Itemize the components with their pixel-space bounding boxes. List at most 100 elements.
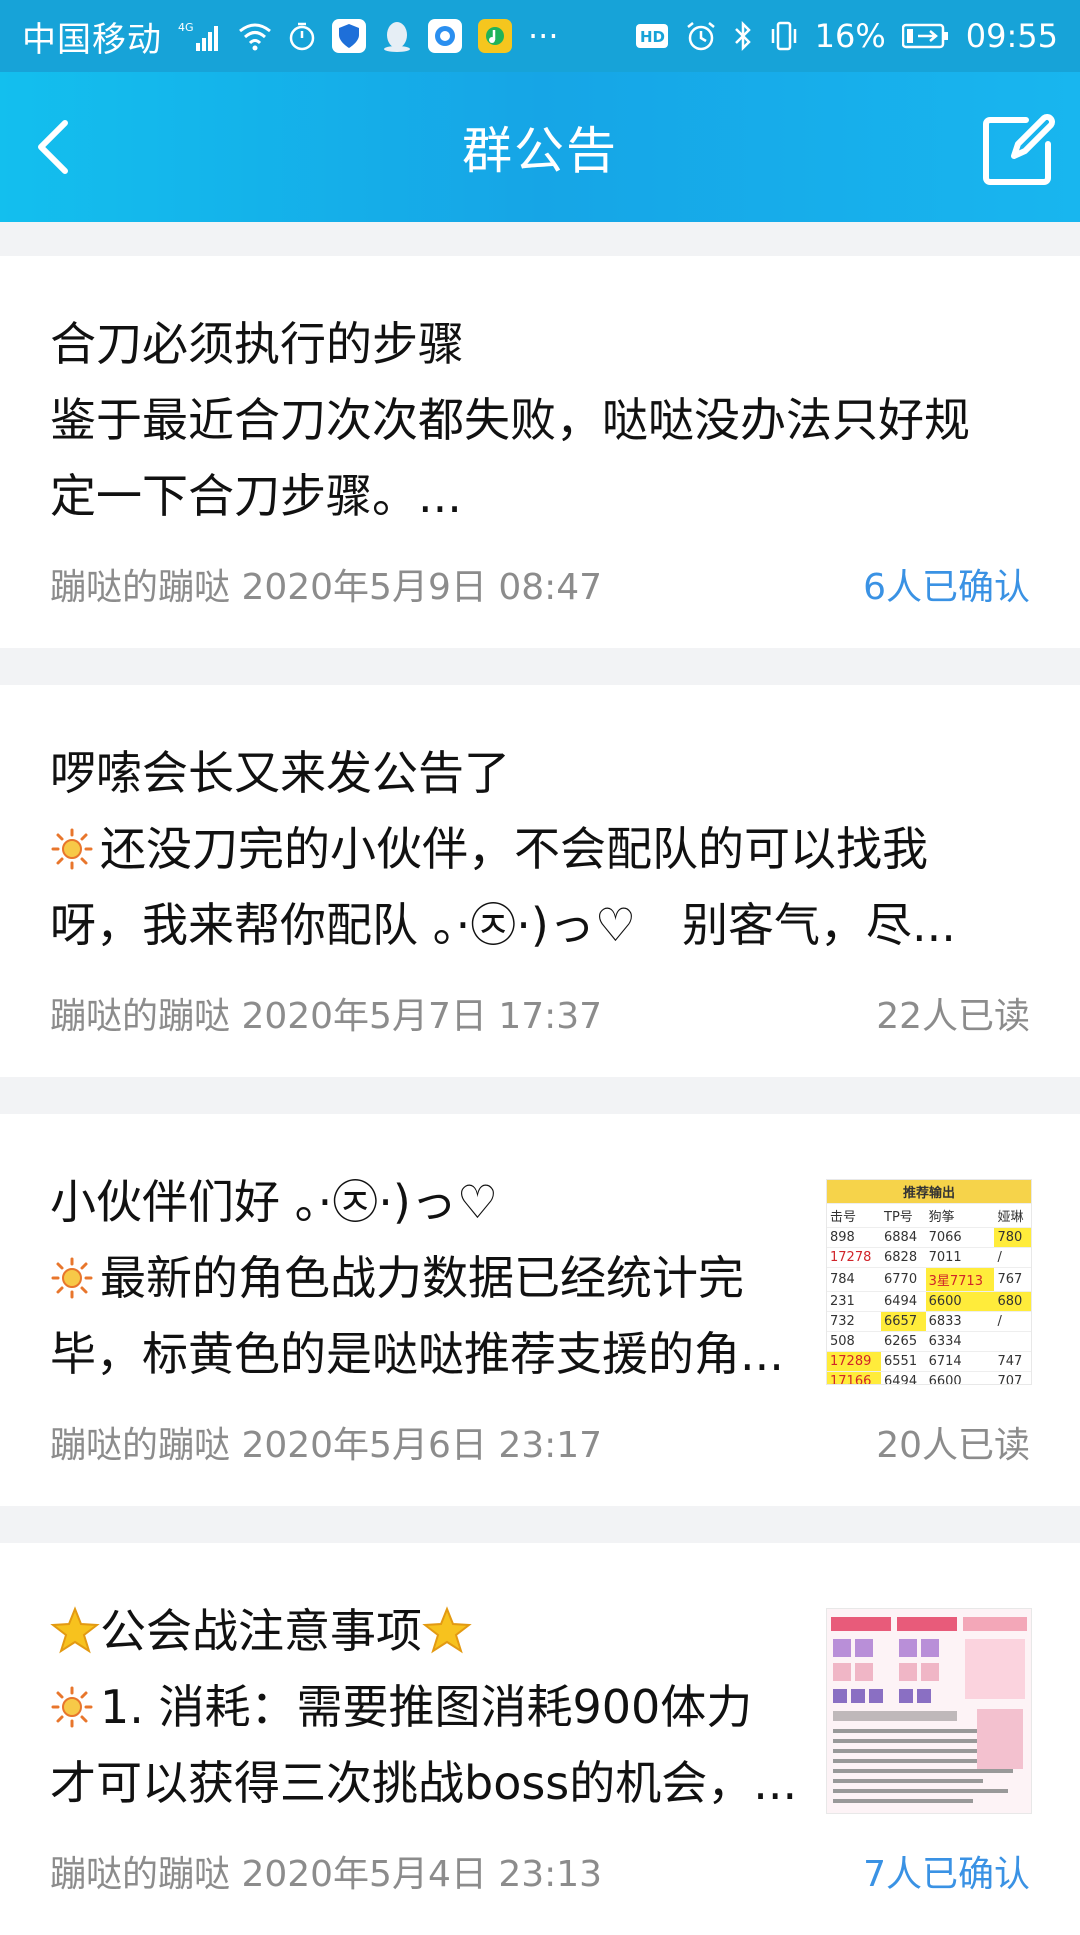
status-left: 中国移动 4G ··· (22, 12, 559, 61)
announcement-body: 鉴于最近合刀次次都失败，哒哒没办法只好规 定一下合刀步骤。... (50, 382, 970, 534)
thumbnail-cell: 231 (827, 1291, 882, 1312)
thumbnail-cell: 17289 (827, 1351, 882, 1372)
thumbnail-cell: 6334 (925, 1331, 995, 1352)
announcement-card[interactable]: 啰嗦会长又来发公告了 还没刀完的小伙伴，不会配队的可以找我 呀，我来帮你配队 。… (0, 685, 1080, 1077)
signal-icon: 4G (178, 19, 222, 53)
announcement-card[interactable]: 合刀必须执行的步骤 鉴于最近合刀次次都失败，哒哒没办法只好规 定一下合刀步骤。.… (0, 256, 1080, 648)
announcement-card[interactable]: 小伙伴们好 。·㉨·)っ♡ 最新的角色战力数据已经统计完 毕，标黄色的是哒哒推荐… (0, 1114, 1080, 1506)
thumbnail-cell: 6551 (881, 1351, 926, 1372)
announcement-body: 还没刀完的小伙伴，不会配队的可以找我 呀，我来帮你配队 。·㉨·)っ♡ 别客气，… (50, 811, 956, 963)
announcement-meta: 蹦哒的蹦哒 2020年5月9日 08:47 6人已确认 (50, 554, 1030, 614)
thumbnail-cell: 3星7713 (925, 1267, 995, 1292)
thumbnail-cell: 6265 (881, 1331, 926, 1352)
announcement-content: 公会战注意事项 1. 消耗：需要推图消耗900体力 才可以获得三次挑战boss的… (50, 1593, 797, 1821)
thumbnail-cell: 747 (994, 1351, 1031, 1372)
thumbnail-table: 推荐输出 击号 TP号 狗筝 娅琳 898 6884 7066 780 1727… (827, 1180, 1031, 1384)
announcement-body-text: 最新的角色战力数据已经统计完 (100, 1251, 744, 1305)
announcement-content: 小伙伴们好 。·㉨·)っ♡ 最新的角色战力数据已经统计完 毕，标黄色的是哒哒推荐… (50, 1164, 784, 1392)
thumbnail-cell: 17278 (827, 1247, 882, 1268)
announcement-body-text: 1. 消耗：需要推图消耗900体力 (100, 1680, 753, 1734)
announcement-title-text: 公会战注意事项 (100, 1604, 422, 1658)
thumbnail-cell: 6657 (881, 1311, 926, 1332)
carrier-name: 中国移动 (22, 19, 162, 60)
thumbnail-cell: 6770 (881, 1267, 926, 1292)
browser-app-icon (428, 19, 462, 53)
announcement-title: 啰嗦会长又来发公告了 (50, 746, 510, 800)
svg-text:4G: 4G (178, 21, 194, 34)
edit-icon (983, 114, 1055, 185)
shield-app-icon (332, 19, 366, 53)
announcement-meta: 蹦哒的蹦哒 2020年5月6日 23:17 20人已读 (50, 1412, 1030, 1472)
app-header: 群公告 (0, 72, 1080, 222)
thumbnail-cell: 6828 (881, 1247, 926, 1268)
announcement-body-line: 毕，标黄色的是哒哒推荐支援的角... (50, 1327, 784, 1381)
thumbnail-cell: 680 (994, 1291, 1031, 1312)
status-right: HD 16% 09:55 (635, 17, 1058, 55)
new-announcement-button[interactable] (976, 108, 1060, 192)
wifi-icon (238, 21, 272, 51)
confirm-count-link[interactable]: 7人已确认 (863, 1845, 1030, 1897)
read-count[interactable]: 22人已读 (876, 987, 1030, 1039)
thumbnail-cell: 6884 (881, 1227, 926, 1248)
thumbnail-cell: 6833 (925, 1311, 995, 1332)
timer-icon (288, 21, 316, 51)
battery-percent: 16% (814, 17, 886, 55)
announcement-thumbnail-image[interactable]: 推荐输出 击号 TP号 狗筝 娅琳 898 6884 7066 780 1727… (826, 1179, 1032, 1385)
clock: 09:55 (965, 17, 1058, 55)
more-notifications-icon: ··· (528, 17, 559, 55)
announcement-thumbnail-image[interactable] (826, 1608, 1032, 1814)
vibrate-icon (769, 20, 799, 52)
announcement-content: 合刀必须执行的步骤 鉴于最近合刀次次都失败，哒哒没办法只好规 定一下合刀步骤。.… (50, 306, 970, 534)
thumbnail-cell: 6494 (881, 1291, 926, 1312)
announcement-body-line: 最新的角色战力数据已经统计完 (50, 1240, 784, 1316)
thumbnail-cell: 17166 (827, 1371, 882, 1384)
announcement-title: 合刀必须执行的步骤 (50, 317, 464, 371)
battery-charging-icon (901, 22, 950, 50)
thumbnail-col-header: 娅琳 (994, 1203, 1031, 1228)
thumbnail-cell: 898 (827, 1227, 882, 1248)
announcement-body-text: 还没刀完的小伙伴，不会配队的可以找我 (100, 822, 928, 876)
thumbnail-col-header: 击号 (827, 1203, 882, 1228)
hd-icon: HD (635, 22, 669, 50)
announcement-body-line: 1. 消耗：需要推图消耗900体力 (50, 1669, 797, 1745)
thumbnail-col-header: TP号 (881, 1203, 926, 1228)
thumbnail-cell: 767 (994, 1267, 1031, 1292)
music-app-icon (478, 19, 512, 53)
sun-icon (50, 827, 94, 871)
announcement-card[interactable]: 公会战注意事项 1. 消耗：需要推图消耗900体力 才可以获得三次挑战boss的… (0, 1543, 1080, 1935)
thumbnail-col-header: 狗筝 (925, 1203, 995, 1228)
star-icon (422, 1606, 472, 1654)
announcement-body-line: 呀，我来帮你配队 。·㉨·)っ♡ 别客气，尽... (50, 898, 956, 952)
announcement-meta: 蹦哒的蹦哒 2020年5月4日 23:13 7人已确认 (50, 1841, 1030, 1901)
thumbnail-cell: / (994, 1247, 1031, 1268)
sun-icon (50, 1256, 94, 1300)
bluetooth-icon (733, 20, 753, 52)
thumbnail-heading: 推荐输出 (827, 1180, 1031, 1204)
author-date: 蹦哒的蹦哒 2020年5月4日 23:13 (50, 1854, 603, 1895)
announcement-title: 公会战注意事项 (50, 1593, 797, 1669)
thumbnail-cell: 7066 (925, 1227, 995, 1248)
qq-penguin-icon (382, 19, 412, 53)
alarm-icon (685, 20, 717, 52)
thumbnail-cell: 780 (994, 1227, 1031, 1248)
guide-collage-image (827, 1609, 1031, 1813)
thumbnail-cell: / (994, 1311, 1031, 1332)
read-count[interactable]: 20人已读 (876, 1416, 1030, 1468)
author-date: 蹦哒的蹦哒 2020年5月9日 08:47 (50, 567, 603, 608)
thumbnail-cell: 6600 (925, 1371, 995, 1384)
confirm-count-link[interactable]: 6人已确认 (863, 558, 1030, 610)
announcement-body-line: 定一下合刀步骤。... (50, 469, 462, 523)
thumbnail-cell (994, 1331, 1031, 1352)
author-date: 蹦哒的蹦哒 2020年5月7日 17:37 (50, 996, 603, 1037)
announcement-meta: 蹦哒的蹦哒 2020年5月7日 17:37 22人已读 (50, 983, 1030, 1043)
announcement-title: 小伙伴们好 。·㉨·)っ♡ (50, 1175, 499, 1229)
announcement-body-line: 鉴于最近合刀次次都失败，哒哒没办法只好规 (50, 393, 970, 447)
thumbnail-cell: 6494 (881, 1371, 926, 1384)
thumbnail-cell: 7011 (925, 1247, 995, 1268)
thumbnail-cell: 508 (827, 1331, 882, 1352)
thumbnail-cell: 707 (994, 1371, 1031, 1384)
page-title: 群公告 (462, 122, 618, 180)
thumbnail-cell: 6714 (925, 1351, 995, 1372)
author-date: 蹦哒的蹦哒 2020年5月6日 23:17 (50, 1425, 603, 1466)
announcement-content: 啰嗦会长又来发公告了 还没刀完的小伙伴，不会配队的可以找我 呀，我来帮你配队 。… (50, 735, 956, 963)
